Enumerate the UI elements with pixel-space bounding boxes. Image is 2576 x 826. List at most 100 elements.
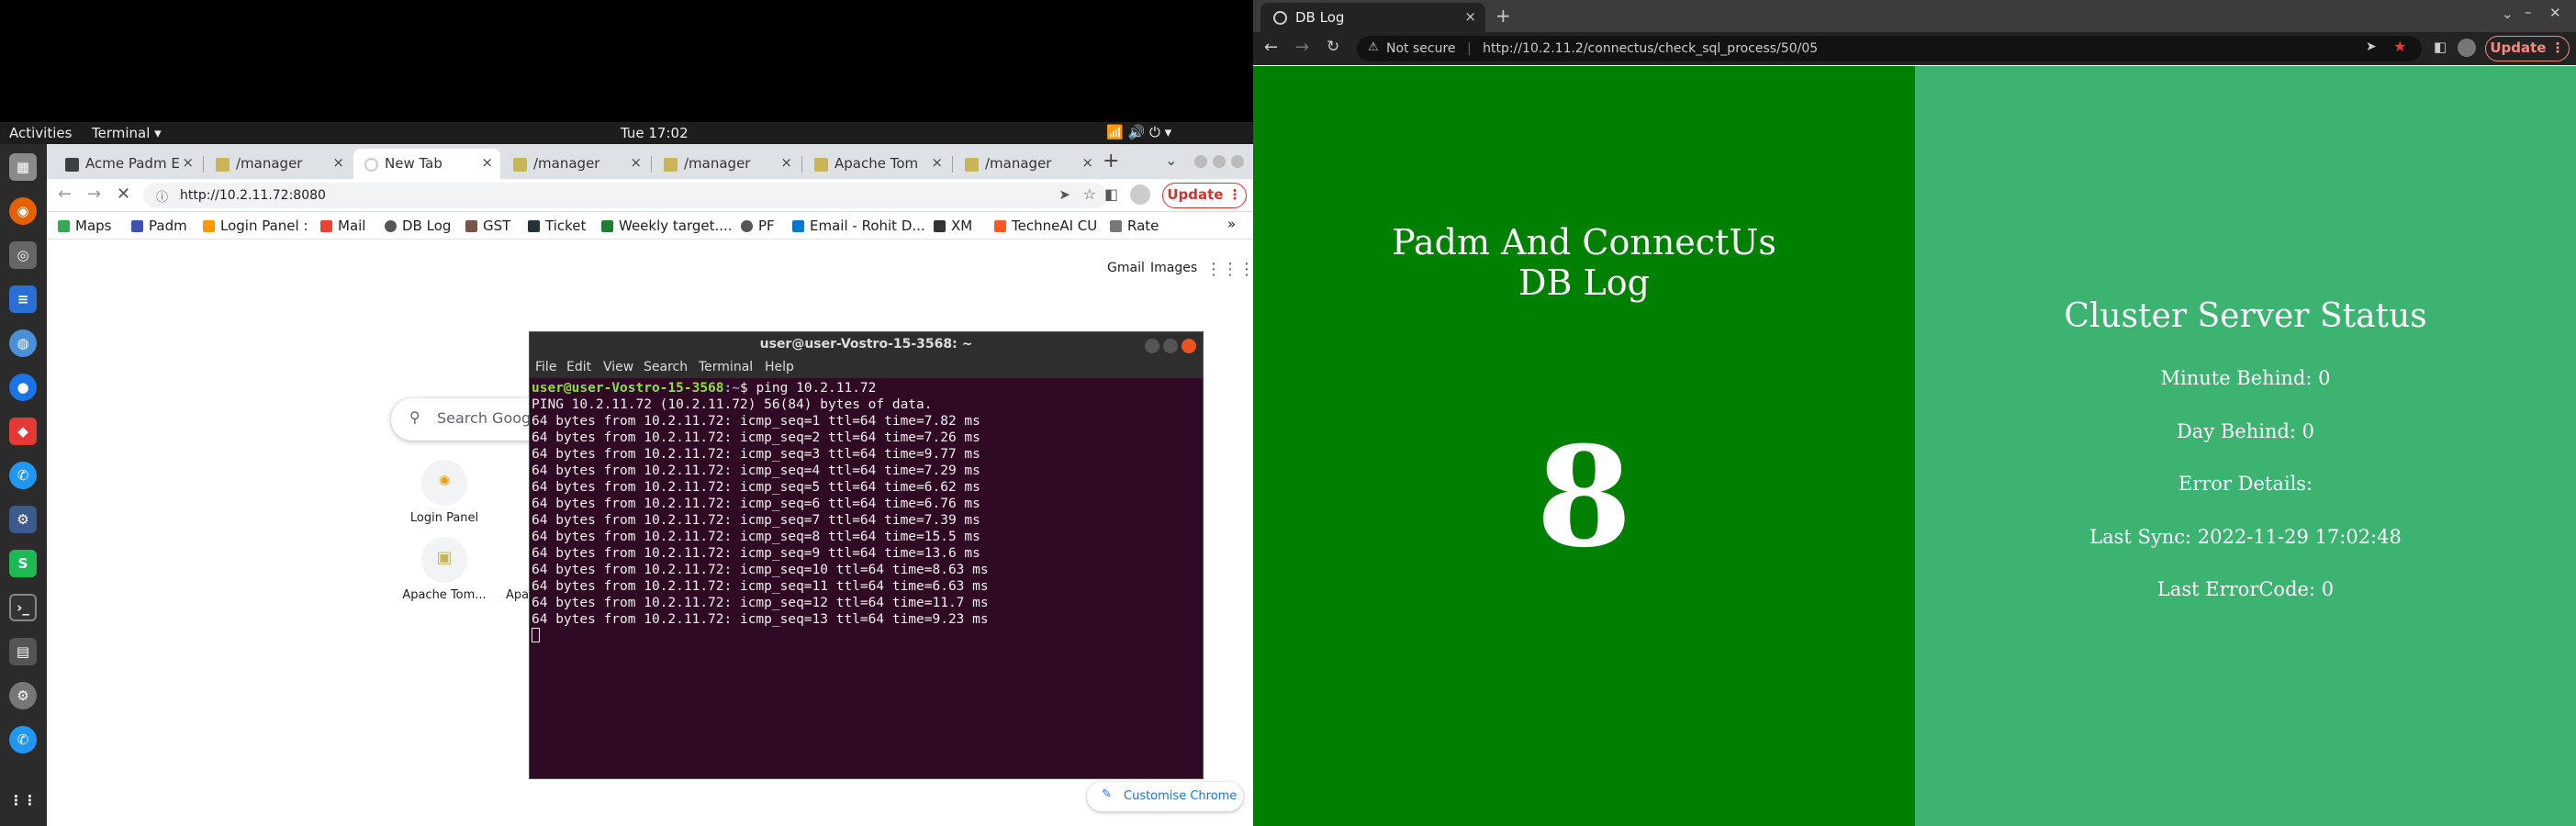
bookmark-mail[interactable]: Mail: [320, 218, 365, 234]
share-icon[interactable]: ➤: [2366, 39, 2377, 54]
activities-button[interactable]: Activities: [9, 125, 72, 141]
tab-manager-4[interactable]: /manager ×: [954, 149, 1101, 179]
tab-acme[interactable]: Acme Padm E ×: [54, 149, 201, 179]
shortcut-login-panel-icon[interactable]: ◉: [421, 460, 467, 506]
back-icon[interactable]: ←: [58, 184, 72, 204]
bookmark-techneai[interactable]: TechneAI CU: [994, 218, 1097, 234]
profile-avatar[interactable]: [1130, 184, 1150, 205]
clock[interactable]: Tue 17:02: [621, 125, 689, 141]
forward-icon[interactable]: →: [87, 184, 101, 204]
close-icon[interactable]: ×: [630, 154, 642, 171]
close-window-button[interactable]: [1182, 339, 1196, 353]
tab-manager-2[interactable]: /manager ×: [502, 149, 649, 179]
tab-label: /manager: [533, 155, 600, 172]
address-bar[interactable]: ⚠ Not secure | http://10.2.11.2/connectu…: [1357, 36, 2422, 61]
show-apps-icon[interactable]: ⋮⋮: [9, 787, 37, 814]
tab-manager-1[interactable]: /manager ×: [205, 149, 352, 179]
rhythmbox-icon[interactable]: ◎: [9, 241, 37, 269]
terminal-window[interactable]: user@user-Vostro-15-3568: ~ File Edit Vi…: [529, 331, 1204, 779]
side-panel-icon[interactable]: ◧: [1104, 185, 1118, 203]
maximize-button[interactable]: [1163, 339, 1178, 353]
tab-db-log[interactable]: DB Log ×: [1260, 3, 1485, 32]
bookmark-xm[interactable]: XM: [934, 218, 972, 234]
shortcut-apache-icon[interactable]: ▣: [421, 537, 467, 583]
firefox-icon[interactable]: ◉: [9, 197, 37, 225]
chrome-icon[interactable]: ●: [9, 374, 37, 401]
back-icon[interactable]: ←: [1264, 38, 1278, 57]
bookmark-ticket[interactable]: Ticket: [528, 218, 586, 234]
tab-new-tab[interactable]: New Tab ×: [353, 149, 500, 179]
customise-chrome-button[interactable]: ✎ Customise Chrome: [1087, 782, 1243, 811]
db-log-panel: Padm And ConnectUs DB Log 8: [1253, 66, 1915, 826]
star-icon[interactable]: ☆: [1083, 185, 1096, 203]
minimize-button[interactable]: –: [2525, 4, 2532, 20]
app-menu[interactable]: Terminal ▾: [92, 125, 162, 141]
new-tab-button[interactable]: +: [1495, 5, 1511, 27]
close-icon[interactable]: ×: [1081, 154, 1093, 171]
bookmark-label: PF: [758, 218, 775, 234]
sheets-icon[interactable]: S: [9, 550, 37, 577]
update-button[interactable]: Update ⋮: [1162, 183, 1247, 208]
address-bar[interactable]: ⓘ http://10.2.11.72:8080 ➤ ☆: [143, 183, 1107, 208]
bookmark-padm[interactable]: Padm: [131, 218, 187, 234]
shortcut-apache-label[interactable]: Apache Tom...: [398, 588, 490, 602]
globe-icon[interactable]: ◍: [9, 329, 37, 357]
close-icon[interactable]: ×: [481, 154, 493, 171]
close-icon[interactable]: ×: [1464, 8, 1476, 25]
maximize-button[interactable]: [1213, 155, 1226, 168]
terminal-icon[interactable]: ›_: [9, 594, 37, 621]
share-icon[interactable]: ➤: [1058, 186, 1070, 203]
close-icon[interactable]: ×: [931, 154, 943, 171]
settings-icon[interactable]: ⚙: [9, 682, 37, 709]
bookmark-email[interactable]: Email - Rohit D...: [792, 218, 925, 234]
images-link[interactable]: Images: [1150, 261, 1197, 275]
menu-help[interactable]: Help: [765, 360, 794, 374]
side-panel-icon[interactable]: ◧: [2434, 39, 2447, 55]
tab-search-icon[interactable]: ⌄: [2502, 6, 2514, 22]
close-icon[interactable]: ×: [182, 154, 194, 171]
star-icon[interactable]: ★: [2393, 38, 2406, 55]
minimize-button[interactable]: [1194, 155, 1207, 168]
anydesk-icon[interactable]: ◆: [9, 418, 37, 445]
phone-icon[interactable]: ✆: [9, 462, 37, 489]
bookmark-pf[interactable]: PF: [741, 218, 775, 234]
reload-icon[interactable]: ↻: [1327, 38, 1339, 56]
bookmark-weekly-target[interactable]: Weekly target....: [601, 218, 733, 234]
bookmark-gst[interactable]: GST: [465, 218, 510, 234]
menu-view[interactable]: View: [603, 360, 633, 374]
apps-grid-icon[interactable]: ⋮⋮⋮: [1205, 260, 1253, 279]
close-icon[interactable]: ×: [332, 154, 344, 171]
menu-terminal[interactable]: Terminal: [699, 360, 753, 374]
menu-edit[interactable]: Edit: [566, 360, 591, 374]
network-tool-icon[interactable]: ⚙: [9, 506, 37, 533]
gmail-link[interactable]: Gmail: [1107, 261, 1145, 275]
tab-apache-tomcat[interactable]: Apache Tom ×: [803, 149, 950, 179]
tab-manager-3[interactable]: /manager ×: [653, 149, 800, 179]
forward-icon[interactable]: →: [1295, 38, 1309, 57]
stop-icon[interactable]: ✕: [117, 184, 130, 204]
update-button[interactable]: Update ⋮: [2485, 36, 2570, 61]
terminal-output[interactable]: user@user-Vostro-15-3568:~$ ping 10.2.11…: [532, 380, 1197, 775]
bookmark-maps[interactable]: Maps: [58, 218, 111, 234]
day-behind: Day Behind: 0: [2176, 420, 2315, 442]
new-tab-button[interactable]: +: [1103, 150, 1119, 173]
minimize-button[interactable]: [1145, 339, 1159, 353]
status-icons[interactable]: 📶 🔊 ⏻ ▾: [1106, 124, 1171, 140]
close-window-button[interactable]: [1231, 155, 1244, 168]
menu-search[interactable]: Search: [644, 360, 688, 374]
bookmark-login-panel[interactable]: Login Panel :: [203, 218, 308, 234]
tab-search-icon[interactable]: ⌄: [1165, 151, 1177, 169]
menu-file[interactable]: File: [535, 360, 556, 374]
document-icon[interactable]: ≡: [9, 285, 37, 313]
close-window-button[interactable]: ✕: [2549, 5, 2561, 21]
calculator-icon[interactable]: ▤: [9, 638, 37, 665]
more-bookmarks-icon[interactable]: »: [1227, 216, 1236, 232]
close-icon[interactable]: ×: [780, 154, 792, 171]
skype-icon[interactable]: ✆: [9, 726, 37, 753]
files-icon[interactable]: ▦: [9, 153, 37, 181]
tab-label: DB Log: [1295, 9, 1345, 26]
shortcut-login-panel-label[interactable]: Login Panel: [398, 511, 490, 525]
profile-avatar[interactable]: [2458, 39, 2476, 57]
bookmark-rate[interactable]: Rate: [1110, 218, 1159, 234]
bookmark-db-log[interactable]: DB Log: [385, 218, 451, 234]
